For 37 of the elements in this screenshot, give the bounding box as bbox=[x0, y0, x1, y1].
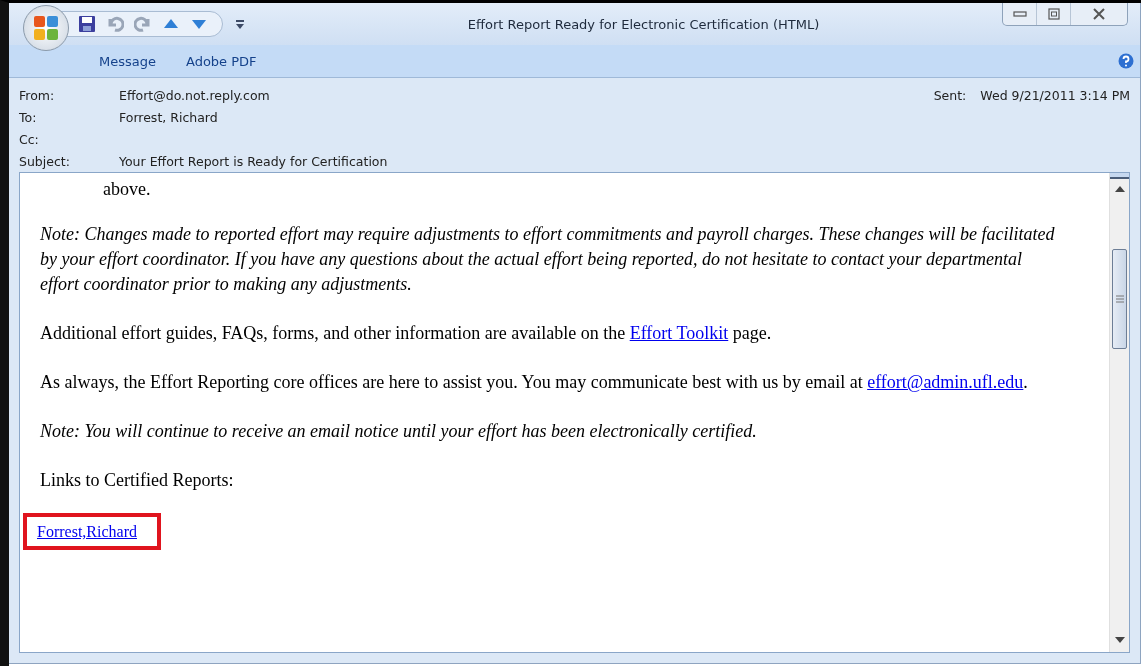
vertical-scrollbar[interactable] bbox=[1109, 173, 1129, 652]
help-icon[interactable] bbox=[1118, 53, 1134, 69]
window-title: Effort Report Ready for Electronic Certification (HTML) bbox=[466, 16, 821, 32]
ribbon-tab[interactable]: Adobe PDF bbox=[176, 49, 267, 73]
minimize-icon bbox=[1012, 10, 1027, 18]
field-label: Subject: bbox=[19, 153, 71, 169]
save-icon[interactable] bbox=[78, 15, 96, 33]
office-logo-icon bbox=[31, 13, 61, 43]
field-label: Sent: bbox=[933, 87, 967, 103]
body-paragraph: Additional effort guides, FAQs, forms, and other information are available on the Effort Toolkit page. bbox=[40, 322, 773, 345]
office-button[interactable] bbox=[23, 5, 69, 51]
undo-icon[interactable] bbox=[106, 15, 124, 33]
body-paragraph: Links to Certified Reports: bbox=[40, 469, 235, 492]
maximize-icon bbox=[1047, 8, 1060, 20]
split-bar[interactable] bbox=[1110, 173, 1129, 179]
close-icon bbox=[1092, 8, 1106, 20]
field-value: Effort@do.not.reply.com bbox=[119, 87, 270, 103]
field-value: Forrest, Richard bbox=[119, 109, 218, 125]
grip-icon bbox=[1115, 295, 1124, 303]
report-link[interactable]: Forrest,Richard bbox=[37, 523, 137, 540]
note-paragraph: Note: You will continue to receive an email notice until your effort has been electronically certified. bbox=[40, 420, 758, 443]
scroll-down-icon[interactable] bbox=[1114, 636, 1125, 644]
body-paragraph: As always, the Effort Reporting core offices are here to assist you. You may communicate best with us by email at effort@admin.ufl.edu. bbox=[40, 371, 1029, 394]
body-paragraph: above. bbox=[102, 178, 152, 201]
field-value: Wed 9/21/2011 3:14 PM bbox=[980, 87, 1130, 103]
redo-icon[interactable] bbox=[134, 15, 152, 33]
field-label: From: bbox=[19, 87, 56, 103]
scroll-thumb[interactable] bbox=[1112, 249, 1127, 349]
customize-icon[interactable] bbox=[235, 18, 245, 30]
field-value: Your Effort Report is Ready for Certification bbox=[119, 153, 388, 169]
inline-link[interactable]: Effort Toolkit bbox=[629, 323, 729, 343]
note-paragraph: Note: Changes made to reported effort may require adjustments to effort commitments and payroll charges. These changes will be facilitated by your effort coordinator. If you have any questions about the actual effort being reported, do not hesitate to contact your departmental effort coordinator prior to making any adjustments. bbox=[40, 223, 1056, 296]
ribbon-tab[interactable]: Message bbox=[89, 49, 166, 73]
field-label: Cc: bbox=[19, 131, 40, 147]
inline-link[interactable]: effort@admin.ufl.edu bbox=[867, 372, 1024, 392]
field-label: To: bbox=[19, 109, 38, 125]
scroll-up-icon[interactable] bbox=[1114, 185, 1125, 193]
